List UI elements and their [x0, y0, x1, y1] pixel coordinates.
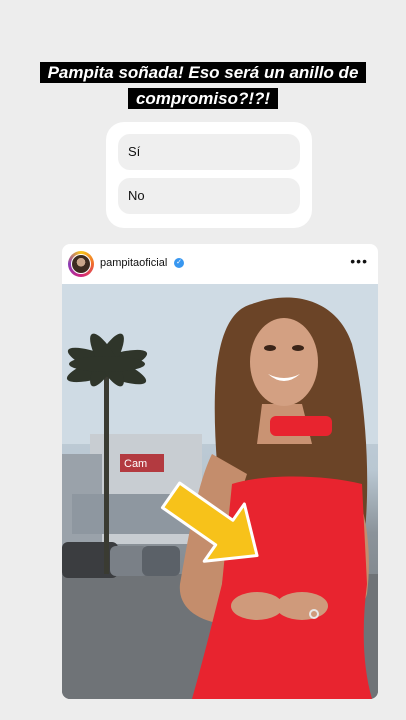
instagram-post-card: pampitaoficial ✓ ••• Cam — [62, 244, 378, 699]
post-photo[interactable]: Cam — [62, 284, 378, 699]
post-username[interactable]: pampitaoficial — [100, 257, 167, 269]
headline-line-2: compromiso?!?! — [127, 88, 279, 109]
poll-sticker: Sí No — [106, 122, 312, 228]
palm-trunk — [104, 374, 109, 574]
avatar[interactable] — [68, 251, 94, 277]
car — [142, 546, 180, 576]
face — [250, 318, 318, 406]
eye-left — [264, 345, 276, 351]
poll-option-si[interactable]: Sí — [118, 134, 300, 170]
car — [62, 542, 118, 578]
post-header: pampitaoficial ✓ ••• — [62, 244, 378, 284]
choker — [270, 416, 332, 436]
right-hand — [276, 592, 328, 620]
left-hand — [231, 592, 283, 620]
poll-option-label: No — [128, 188, 145, 203]
eye-right — [292, 345, 304, 351]
avatar-image — [71, 254, 91, 274]
verified-badge-icon: ✓ — [174, 258, 184, 268]
store-sign-text: Cam — [124, 458, 147, 470]
story-headline: Pampita soñada! Eso será un anillo de co… — [0, 60, 406, 112]
poll-option-no[interactable]: No — [118, 178, 300, 214]
more-horizontal-icon[interactable]: ••• — [350, 253, 368, 269]
poll-option-label: Sí — [128, 144, 141, 159]
photo-illustration: Cam — [62, 284, 378, 699]
headline-line-1: Pampita soñada! Eso será un anillo de — [39, 62, 367, 83]
